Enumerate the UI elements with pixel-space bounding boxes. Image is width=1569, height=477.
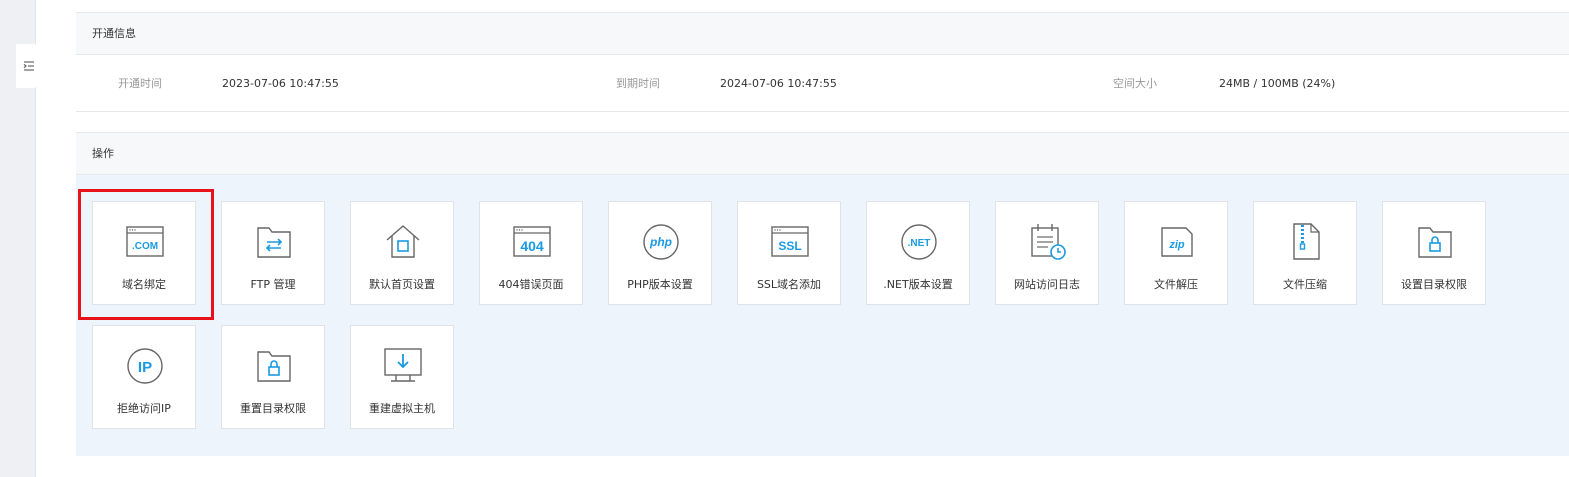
ssl-icon: SSL [771, 226, 809, 257]
operations-panel: 操作 .COM 域名绑定 FTP 管理 默认首页设置 404 404错误页面 p… [76, 132, 1569, 456]
list-indent-icon [23, 61, 34, 71]
tile-set-dir-permission[interactable]: 设置目录权限 [1382, 201, 1486, 305]
operations-panel-title: 操作 [76, 133, 1569, 175]
tile-unzip[interactable]: zip 文件解压 [1124, 201, 1228, 305]
info-panel-title: 开通信息 [76, 13, 1569, 55]
rebuild-host-icon [384, 348, 422, 382]
ip-icon: IP [127, 348, 163, 384]
error-404-icon: 404 [513, 226, 551, 257]
space-size-value: 24MB / 100MB (24%) [1219, 77, 1336, 90]
svg-text:.COM: .COM [132, 241, 158, 252]
zip-file-icon [1293, 223, 1320, 260]
tile-label: .NET版本设置 [883, 278, 953, 291]
tile-label: SSL域名添加 [756, 278, 822, 291]
tile-domain-binding[interactable]: .COM 域名绑定 [92, 201, 196, 305]
tile-compress[interactable]: 文件压缩 [1253, 201, 1357, 305]
tile-label: 文件解压 [1154, 278, 1198, 291]
dotnet-icon: .NET [901, 224, 937, 260]
tile-reset-dir-permission[interactable]: 重置目录权限 [221, 325, 325, 429]
tile-label: 重置目录权限 [240, 402, 306, 415]
main-content: 开通信息 开通时间 2023-07-06 10:47:55 到期时间 2024-… [76, 0, 1569, 477]
domain-com-icon: .COM [126, 226, 164, 257]
tile-label: PHP版本设置 [627, 278, 693, 291]
tile-label: 域名绑定 [122, 278, 166, 291]
folder-lock-reset-icon [257, 351, 291, 382]
tile-php-version[interactable]: php PHP版本设置 [608, 201, 712, 305]
space-size-label: 空间大小 [1113, 77, 1157, 90]
tile-404-page[interactable]: 404 404错误页面 [479, 201, 583, 305]
tile-deny-ip[interactable]: IP 拒绝访问IP [92, 325, 196, 429]
info-panel: 开通信息 开通时间 2023-07-06 10:47:55 到期时间 2024-… [76, 12, 1569, 112]
tile-label: 重建虚拟主机 [369, 402, 435, 415]
access-log-icon [1031, 224, 1066, 260]
left-sidebar [0, 0, 42, 477]
home-icon [386, 225, 420, 258]
tile-label: 404错误页面 [498, 278, 564, 291]
tile-access-log[interactable]: 网站访问日志 [995, 201, 1099, 305]
expire-time-value: 2024-07-06 10:47:55 [720, 77, 837, 90]
tile-label: 文件压缩 [1283, 278, 1327, 291]
info-row: 开通时间 2023-07-06 10:47:55 到期时间 2024-07-06… [76, 55, 1569, 112]
tile-default-homepage[interactable]: 默认首页设置 [350, 201, 454, 305]
expire-time-label: 到期时间 [616, 77, 660, 90]
tile-label: FTP 管理 [250, 278, 296, 291]
unzip-icon: zip [1161, 227, 1193, 257]
svg-text:zip: zip [1168, 239, 1185, 251]
open-time-label: 开通时间 [118, 77, 162, 90]
tile-dotnet-version[interactable]: .NET .NET版本设置 [866, 201, 970, 305]
tile-label: 设置目录权限 [1401, 278, 1467, 291]
tile-ssl-domain[interactable]: SSL SSL域名添加 [737, 201, 841, 305]
svg-text:404: 404 [520, 238, 544, 254]
svg-text:.NET: .NET [908, 238, 931, 249]
open-time-value: 2023-07-06 10:47:55 [222, 77, 339, 90]
svg-text:php: php [649, 235, 672, 249]
tile-rebuild-host[interactable]: 重建虚拟主机 [350, 325, 454, 429]
svg-text:SSL: SSL [778, 239, 801, 253]
tile-label: 默认首页设置 [369, 278, 435, 291]
tile-label: 拒绝访问IP [117, 402, 171, 415]
php-icon: php [643, 224, 679, 260]
tile-ftp-manage[interactable]: FTP 管理 [221, 201, 325, 305]
folder-lock-icon [1418, 227, 1452, 258]
sidebar-toggle-button[interactable] [16, 44, 42, 88]
ftp-folder-icon [257, 227, 291, 258]
tile-label: 网站访问日志 [1014, 278, 1080, 291]
svg-text:IP: IP [138, 359, 152, 376]
